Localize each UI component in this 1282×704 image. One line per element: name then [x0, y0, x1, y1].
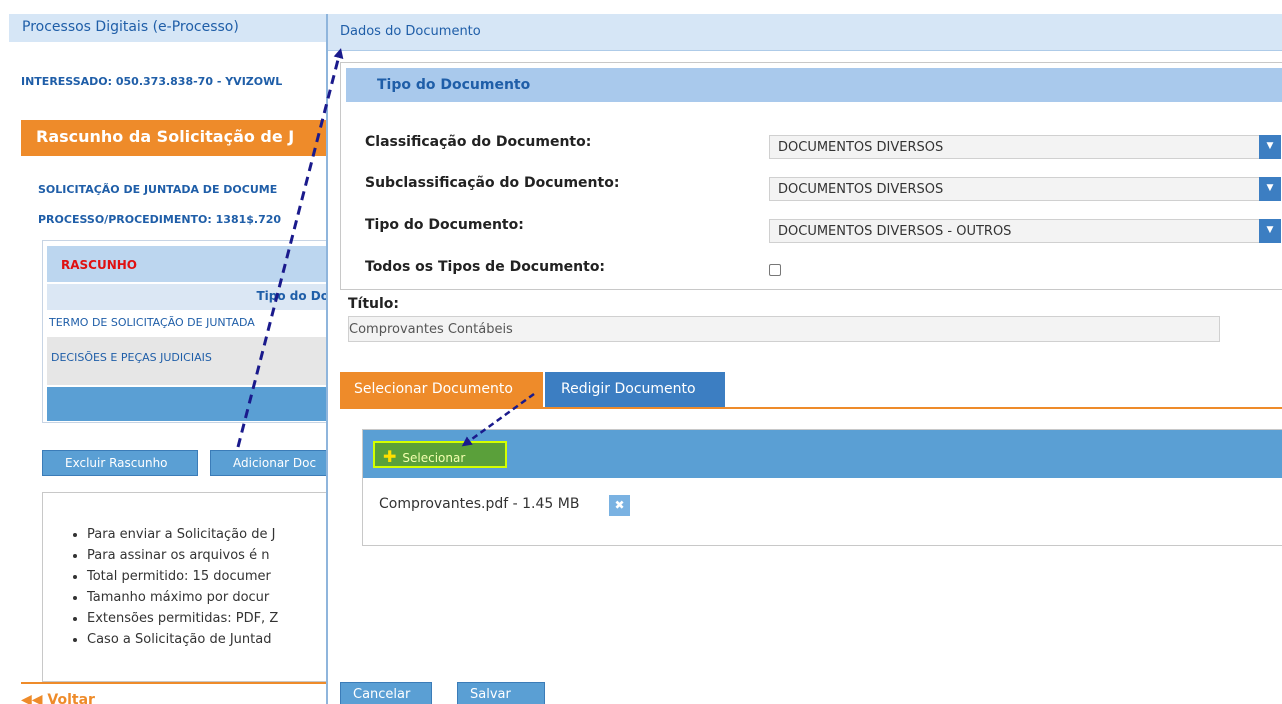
status-rascunho: RASCUNHO [47, 246, 331, 282]
upload-toolbar: ✚ Selecionar [363, 430, 1282, 478]
close-icon[interactable]: ✖ [609, 495, 630, 516]
cancelar-button[interactable]: Cancelar [340, 682, 432, 704]
table-row[interactable]: DECISÕES E PEÇAS JUDICIAIS [47, 337, 331, 385]
list-item: Extensões permitidas: PDF, Z [87, 611, 278, 632]
list-item: Para enviar a Solicitação de J [87, 527, 278, 548]
processo-label: PROCESSO/PROCEDIMENTO: 1381$.720 [38, 213, 282, 226]
chevron-down-icon[interactable]: ▼ [1259, 135, 1281, 159]
adicionar-documento-button[interactable]: Adicionar Doc [210, 450, 332, 476]
excluir-rascunho-button[interactable]: Excluir Rascunho [42, 450, 198, 476]
tipo-documento-value: DOCUMENTOS DIVERSOS - OUTROS [778, 224, 1012, 239]
selecionar-button[interactable]: ✚ Selecionar [373, 441, 507, 468]
tab-selecionar-documento[interactable]: Selecionar Documento [340, 372, 543, 407]
todos-tipos-checkbox[interactable] [769, 264, 781, 276]
column-header-tipo: Tipo do Do [47, 284, 331, 310]
dados-documento-dialog: Dados do Documento Tipo do Documento Cla… [326, 14, 1282, 704]
tab-underline [340, 407, 1282, 409]
todos-tipos-label: Todos os Tipos de Documento: [365, 259, 606, 275]
table-row[interactable]: TERMO DE SOLICITAÇÃO DE JUNTADA [47, 311, 331, 335]
section-divider [21, 153, 331, 156]
tab-redigir-documento[interactable]: Redigir Documento [545, 372, 725, 407]
rascunho-table: RASCUNHO Tipo do Do TERMO DE SOLICITAÇÃO… [42, 240, 332, 423]
list-item: Tamanho máximo por docur [87, 590, 278, 611]
chevron-down-icon[interactable]: ▼ [1259, 219, 1281, 243]
info-panel: Para enviar a Solicitação de J Para assi… [42, 492, 332, 682]
classificacao-select[interactable]: DOCUMENTOS DIVERSOS ▼ [769, 135, 1281, 159]
tipo-documento-label: Tipo do Documento: [365, 217, 524, 233]
tipo-documento-select[interactable]: DOCUMENTOS DIVERSOS - OUTROS ▼ [769, 219, 1281, 243]
titulo-input[interactable]: Comprovantes Contábeis [348, 316, 1220, 342]
info-list: Para enviar a Solicitação de J Para assi… [87, 527, 278, 653]
interessado-label: INTERESSADO: 050.373.838-70 - YVIZOWL [21, 75, 283, 88]
plus-icon: ✚ [383, 447, 397, 466]
voltar-link[interactable]: ◀◀ Voltar [21, 682, 331, 704]
solicitacao-label: SOLICITAÇÃO DE JUNTADA DE DOCUME [38, 183, 278, 196]
classificacao-label: Classificação do Documento: [365, 134, 592, 150]
tipo-documento-section: Tipo do Documento Classificação do Docum… [340, 62, 1282, 290]
chevron-down-icon[interactable]: ▼ [1259, 177, 1281, 201]
subclassificacao-label: Subclassificação do Documento: [365, 175, 620, 191]
table-footer [47, 387, 331, 421]
section-title: Rascunho da Solicitação de J [21, 120, 331, 153]
file-name: Comprovantes.pdf - 1.45 MB [379, 496, 580, 512]
list-item: Total permitido: 15 documer [87, 569, 278, 590]
upload-panel: ✚ Selecionar Comprovantes.pdf - 1.45 MB ✖ [362, 429, 1282, 546]
list-item: Para assinar os arquivos é n [87, 548, 278, 569]
subclassificacao-value: DOCUMENTOS DIVERSOS [778, 182, 944, 197]
selecionar-label: Selecionar [402, 451, 466, 465]
tipo-documento-header: Tipo do Documento [346, 68, 1282, 102]
titulo-label: Título: [348, 296, 400, 312]
classificacao-value: DOCUMENTOS DIVERSOS [778, 140, 944, 155]
subclassificacao-select[interactable]: DOCUMENTOS DIVERSOS ▼ [769, 177, 1281, 201]
dialog-title: Dados do Documento [328, 14, 1282, 51]
window-title: Processos Digitais (e-Processo) [9, 14, 329, 42]
list-item: Caso a Solicitação de Juntad [87, 632, 278, 653]
salvar-button[interactable]: Salvar [457, 682, 545, 704]
